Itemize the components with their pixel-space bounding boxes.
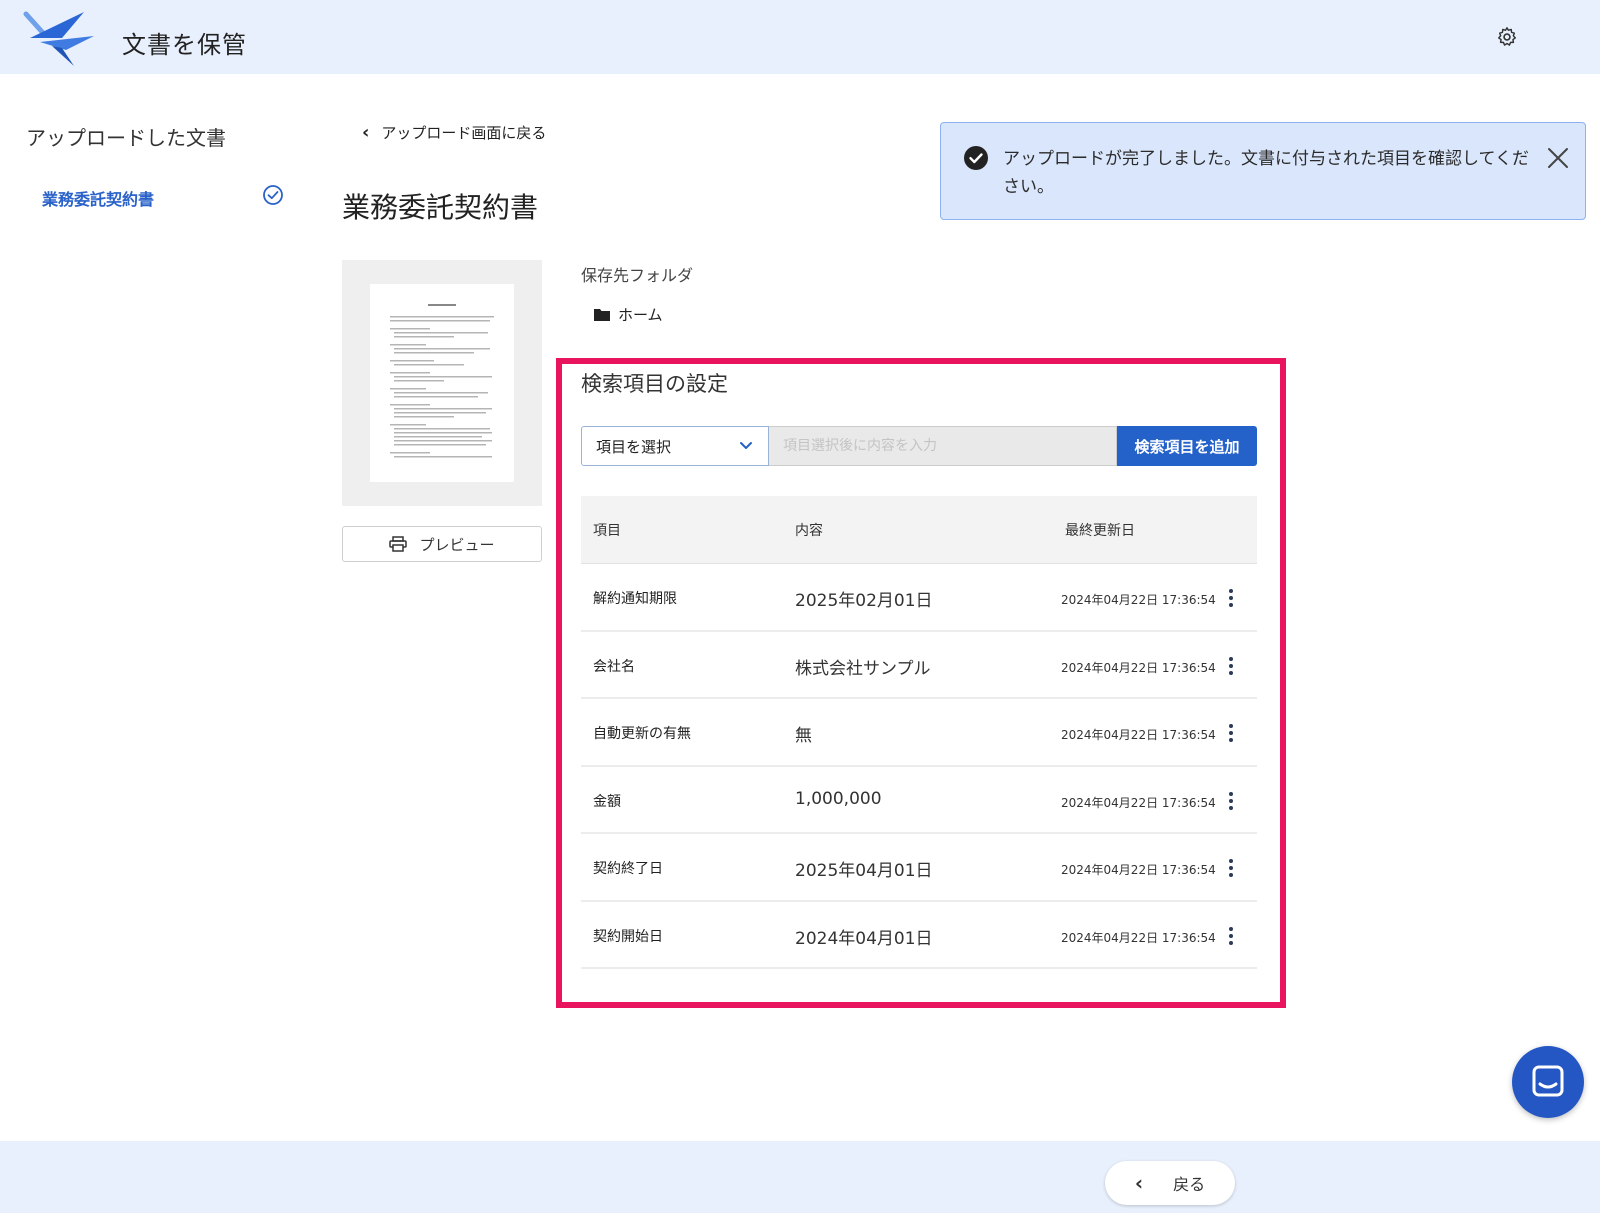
back-to-upload-label: アップロード画面に戻る <box>381 124 547 142</box>
row-updated-date: 2024年04月22日 17:36:54 <box>1061 795 1216 810</box>
folder-name: ホーム <box>618 306 663 324</box>
more-vertical-icon[interactable] <box>1221 924 1241 948</box>
folder-value[interactable]: ホーム <box>594 304 663 325</box>
row-field-value: 無 <box>795 726 812 746</box>
folder-icon <box>594 309 610 321</box>
row-field-name: 契約開始日 <box>593 928 663 945</box>
more-vertical-icon[interactable] <box>1221 586 1241 610</box>
table-row: 会社名 株式会社サンプル 2024年04月22日 17:36:54 <box>581 632 1257 699</box>
add-search-field-button[interactable]: 検索項目を追加 <box>1117 426 1257 466</box>
table-row: 解約通知期限 2025年02月01日 2024年04月22日 17:36:54 <box>581 564 1257 632</box>
column-header-updated: 最終更新日 <box>1065 523 1135 539</box>
chevron-left-icon: ‹ <box>1134 1171 1144 1195</box>
document-page-preview <box>370 284 514 482</box>
row-field-value: 2024年04月01日 <box>795 928 933 949</box>
table-row: 契約開始日 2024年04月01日 2024年04月22日 17:36:54 <box>581 902 1257 969</box>
row-field-value: 2025年02月01日 <box>795 591 933 611</box>
page-title: 業務委託契約書 <box>342 191 539 224</box>
footer-bar <box>0 1141 1600 1213</box>
row-updated-date: 2024年04月22日 17:36:54 <box>1061 930 1216 945</box>
sidebar-item-document[interactable]: 業務委託契約書 <box>26 178 290 214</box>
footer-back-label: 戻る <box>1173 1175 1206 1194</box>
chat-support-button[interactable] <box>1512 1046 1584 1118</box>
alert-message: アップロードが完了しました。文書に付与された項目を確認してください。 <box>1003 149 1529 197</box>
back-to-upload-link[interactable]: ‹ アップロード画面に戻る <box>362 122 546 143</box>
sidebar-item-label: 業務委託契約書 <box>42 190 155 209</box>
table-row: 自動更新の有無 無 2024年04月22日 17:36:54 <box>581 699 1257 767</box>
table-row: 契約終了日 2025年04月01日 2024年04月22日 17:36:54 <box>581 834 1257 902</box>
table-header: 項目 内容 最終更新日 <box>581 496 1257 564</box>
printer-icon <box>389 536 408 552</box>
row-field-value: 1,000,000 <box>795 788 882 809</box>
more-vertical-icon[interactable] <box>1221 856 1241 880</box>
row-field-name: 契約終了日 <box>593 861 663 877</box>
footer-back-button[interactable]: ‹ 戻る <box>1105 1161 1235 1205</box>
chat-icon <box>1532 1065 1564 1097</box>
field-select-value: 項目を選択 <box>596 437 672 456</box>
more-vertical-icon[interactable] <box>1221 654 1241 678</box>
folder-label: 保存先フォルダ <box>581 266 694 285</box>
table-row: 金額 1,000,000 2024年04月22日 17:36:54 <box>581 767 1257 834</box>
field-value-input[interactable] <box>769 426 1117 466</box>
row-field-name: 会社名 <box>593 658 635 675</box>
row-field-value: 株式会社サンプル <box>795 658 931 679</box>
document-thumbnail[interactable] <box>342 260 542 506</box>
check-circle-icon <box>263 185 283 205</box>
preview-label: プレビュー <box>419 535 495 554</box>
chevron-down-icon <box>740 442 752 449</box>
sidebar-title: アップロードした文書 <box>26 126 226 150</box>
row-field-name: 解約通知期限 <box>593 591 677 607</box>
row-updated-date: 2024年04月22日 17:36:54 <box>1061 593 1216 607</box>
row-field-value: 2025年04月01日 <box>795 861 933 881</box>
row-updated-date: 2024年04月22日 17:36:54 <box>1061 660 1216 675</box>
column-header-value: 内容 <box>795 523 823 539</box>
search-fields-table: 項目 内容 最終更新日 解約通知期限 2025年02月01日 2024年04月2… <box>581 496 1257 969</box>
search-settings-title: 検索項目の設定 <box>581 372 728 396</box>
preview-button[interactable]: プレビュー <box>342 526 542 562</box>
chevron-left-icon: ‹ <box>362 122 370 143</box>
row-field-name: 自動更新の有無 <box>593 726 691 742</box>
row-updated-date: 2024年04月22日 17:36:54 <box>1061 728 1216 742</box>
row-field-name: 金額 <box>593 793 621 810</box>
bird-logo-icon[interactable] <box>22 8 98 68</box>
row-updated-date: 2024年04月22日 17:36:54 <box>1061 863 1216 877</box>
check-circle-icon <box>964 146 988 170</box>
more-vertical-icon[interactable] <box>1221 789 1241 813</box>
gear-icon[interactable] <box>1496 26 1518 48</box>
upload-complete-alert: アップロードが完了しました。文書に付与された項目を確認してください。 <box>940 122 1586 220</box>
field-select[interactable]: 項目を選択 <box>581 426 769 466</box>
app-header: 文書を保管 <box>0 0 1600 74</box>
more-vertical-icon[interactable] <box>1221 721 1241 745</box>
app-title: 文書を保管 <box>122 31 247 59</box>
close-icon[interactable] <box>1545 145 1571 171</box>
column-header-name: 項目 <box>593 523 621 539</box>
